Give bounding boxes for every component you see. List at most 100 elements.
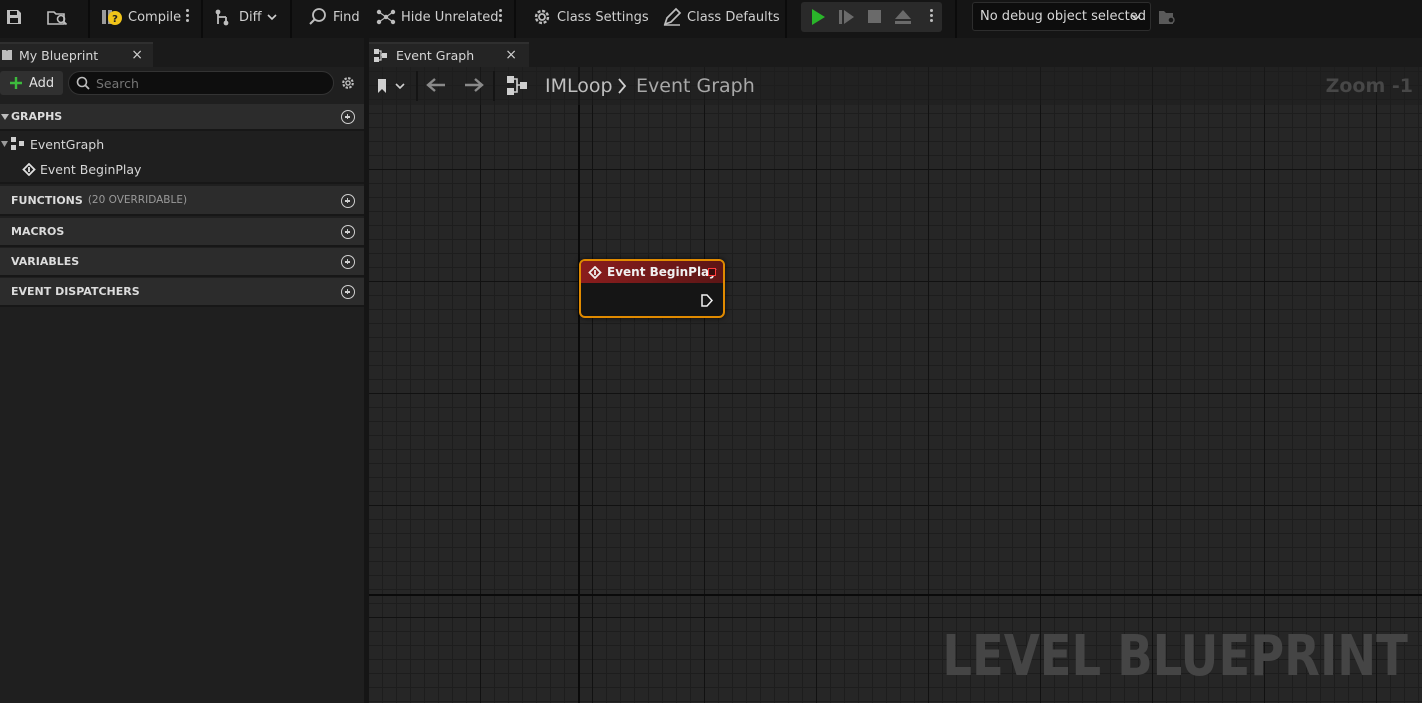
- class-defaults-label: Class Defaults: [687, 9, 780, 25]
- gear-icon[interactable]: [340, 75, 356, 91]
- event-beginplay-node[interactable]: Event BeginPlay: [579, 259, 725, 318]
- toolbar-divider: [493, 71, 495, 101]
- section-label: MACROS: [11, 225, 65, 238]
- chevron-down-icon: [1131, 14, 1141, 21]
- left-tab-bar: My Blueprint ×: [0, 38, 364, 67]
- sidebar-item-label: Event BeginPlay: [40, 162, 142, 177]
- sidebar-item-label: EventGraph: [30, 137, 105, 152]
- chevron-right-icon: [618, 78, 627, 94]
- toolbar-divider: [785, 0, 787, 38]
- hide-unrelated-button[interactable]: Hide Unrelated: [376, 4, 499, 30]
- graph-icon: [507, 76, 527, 95]
- toolbar-divider: [290, 0, 292, 38]
- diff-icon: [215, 9, 229, 26]
- toolbar-divider: [88, 0, 90, 38]
- macros-section-header[interactable]: MACROS: [0, 218, 364, 247]
- add-graph-icon[interactable]: [341, 110, 355, 124]
- add-function-icon[interactable]: [341, 194, 355, 208]
- bookmark-icon[interactable]: [377, 78, 389, 94]
- event-icon: [588, 265, 602, 279]
- variables-section-header[interactable]: VARIABLES: [0, 248, 364, 277]
- zoom-label: Zoom -1: [1325, 75, 1413, 97]
- breadcrumb-root[interactable]: IMLoop: [545, 75, 613, 97]
- graph-origin-axis: [578, 67, 580, 703]
- compile-options-icon[interactable]: [186, 9, 189, 24]
- play-icon[interactable]: [809, 8, 827, 26]
- compile-status-icon: ?: [102, 10, 122, 25]
- section-label: VARIABLES: [11, 255, 80, 268]
- level-blueprint-watermark: LEVEL BLUEPRINT: [942, 624, 1408, 689]
- event-graph-canvas[interactable]: IMLoop Event Graph Zoom -1 Event BeginPl…: [369, 67, 1422, 703]
- toolbar-divider: [514, 0, 516, 38]
- graph-icon: [374, 49, 387, 62]
- section-label: FUNCTIONS: [11, 193, 83, 207]
- toolbar-divider: [416, 71, 418, 101]
- graph-icon: [11, 137, 24, 150]
- add-dispatcher-icon[interactable]: [341, 285, 355, 299]
- pencil-icon: [663, 7, 682, 26]
- stop-icon[interactable]: [867, 9, 883, 25]
- class-settings-label: Class Settings: [557, 9, 649, 25]
- my-blueprint-panel: Add GRAPHS EventGraph Event BeginPlay FU…: [0, 67, 364, 703]
- svg-text:?: ?: [112, 14, 118, 25]
- node-header: Event BeginPlay: [581, 261, 723, 283]
- search-field[interactable]: [68, 71, 334, 95]
- graph-toolbar: IMLoop Event Graph Zoom -1: [369, 67, 1422, 105]
- debug-object-value: No debug object selected: [980, 9, 1147, 24]
- debug-browse-icon[interactable]: [1158, 8, 1176, 26]
- add-button[interactable]: Add: [0, 71, 63, 95]
- close-icon[interactable]: ×: [131, 47, 143, 63]
- find-label: Find: [333, 9, 360, 25]
- add-label: Add: [29, 75, 55, 91]
- graphs-section-header[interactable]: GRAPHS: [0, 104, 364, 131]
- chevron-down-icon: [267, 14, 277, 21]
- debug-object-select[interactable]: No debug object selected: [972, 2, 1151, 31]
- diff-button[interactable]: Diff: [214, 4, 277, 30]
- tab-label: My Blueprint: [19, 48, 99, 63]
- event-dispatchers-section-header[interactable]: EVENT DISPATCHERS: [0, 278, 364, 307]
- toolbar-divider: [201, 0, 203, 38]
- add-variable-icon[interactable]: [341, 255, 355, 269]
- step-icon[interactable]: [838, 8, 856, 26]
- chevron-down-icon[interactable]: [395, 82, 405, 90]
- back-arrow-icon[interactable]: [426, 77, 446, 93]
- search-icon: [309, 8, 326, 25]
- sidebar-item-event-beginplay[interactable]: Event BeginPlay: [0, 157, 364, 182]
- expand-arrow-icon: [1, 141, 8, 147]
- exec-output-pin-icon[interactable]: [701, 294, 713, 307]
- browse-icon[interactable]: [47, 4, 69, 30]
- divider: [0, 182, 364, 184]
- search-input[interactable]: [96, 75, 316, 91]
- close-icon[interactable]: ×: [505, 47, 517, 63]
- tab-event-graph[interactable]: Event Graph ×: [369, 42, 529, 67]
- hide-unrelated-icon: [376, 9, 396, 25]
- tab-label: Event Graph: [396, 48, 475, 63]
- add-macro-icon[interactable]: [341, 225, 355, 239]
- find-button[interactable]: Find: [308, 4, 360, 30]
- breadcrumb-current: Event Graph: [636, 75, 755, 97]
- section-label: GRAPHS: [11, 110, 63, 123]
- play-options-icon[interactable]: [930, 9, 933, 24]
- gear-icon: [534, 9, 550, 25]
- class-defaults-button[interactable]: Class Defaults: [662, 4, 780, 30]
- class-settings-button[interactable]: Class Settings: [532, 4, 649, 30]
- eject-icon[interactable]: [893, 8, 913, 26]
- node-title: Event BeginPlay: [607, 265, 717, 279]
- more-options-icon[interactable]: [499, 9, 502, 24]
- expand-arrow-icon: [1, 114, 9, 120]
- save-icon[interactable]: [5, 4, 23, 30]
- main-toolbar: ? Compile Diff Find Hide Unrelated Class…: [0, 0, 1422, 38]
- functions-section-header[interactable]: FUNCTIONS (20 OVERRIDABLE): [0, 186, 364, 216]
- tab-my-blueprint[interactable]: My Blueprint ×: [0, 42, 153, 67]
- plus-icon: [10, 77, 22, 89]
- diff-label: Diff: [239, 9, 262, 25]
- graph-tab-bar: Event Graph ×: [369, 38, 1422, 67]
- functions-overridable-note: (20 OVERRIDABLE): [87, 194, 188, 206]
- delegate-pin-icon[interactable]: [708, 268, 716, 276]
- search-icon: [76, 76, 90, 90]
- forward-arrow-icon[interactable]: [464, 77, 484, 93]
- toolbar-divider: [955, 0, 957, 38]
- section-label: EVENT DISPATCHERS: [11, 285, 140, 298]
- sidebar-item-eventgraph[interactable]: EventGraph: [0, 132, 364, 157]
- compile-button[interactable]: ? Compile: [101, 4, 181, 30]
